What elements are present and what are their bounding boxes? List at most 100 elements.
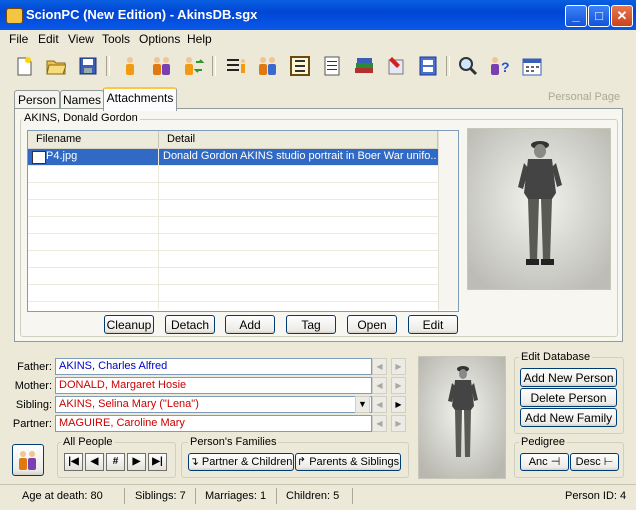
tree-right-icon: ⊢ (600, 456, 614, 468)
status-bar: Age at death: 80 Siblings: 7 Marriages: … (0, 484, 636, 507)
edit-database-label: Edit Database (519, 351, 593, 363)
column-detail[interactable]: Detail (159, 131, 438, 148)
table-row[interactable]: P4.jpg Donald Gordon AKINS studio portra… (28, 149, 438, 166)
bookmark-icon[interactable] (384, 54, 408, 78)
menu-file[interactable]: File (9, 32, 28, 46)
ancestors-label: Anc (528, 456, 548, 468)
table-row (28, 183, 438, 200)
partner-label: Partner: (12, 418, 52, 430)
family-picker-button[interactable] (12, 444, 44, 476)
sibling-select[interactable]: AKINS, Selina Mary ("Lena") (55, 396, 372, 413)
first-person-button[interactable]: |◀ (64, 453, 83, 471)
person-icon[interactable] (118, 54, 142, 78)
tab-names[interactable]: Names (60, 90, 104, 109)
status-siblings: Siblings: 7 (135, 490, 186, 502)
sibling-label: Sibling: (15, 399, 52, 411)
find-person-button[interactable]: # (106, 453, 125, 471)
table-row (28, 251, 438, 268)
list-scrollbar[interactable] (438, 131, 458, 310)
table-row (28, 217, 438, 234)
maximize-button[interactable]: □ (588, 5, 610, 27)
next-person-button[interactable]: ▶ (127, 453, 146, 471)
app-icon[interactable] (6, 8, 23, 24)
sibling-next-button[interactable]: ▶ (391, 396, 406, 413)
descendants-label: Desc (575, 456, 601, 468)
minimize-button[interactable]: _ (565, 5, 587, 27)
swap-person-icon[interactable] (182, 54, 206, 78)
add-button[interactable]: Add (225, 315, 275, 334)
svg-text:?: ? (501, 59, 510, 75)
all-people-label: All People (61, 436, 115, 448)
family-icon (19, 451, 36, 470)
tag-button[interactable]: Tag (286, 315, 336, 334)
partner-next-button[interactable]: ▶ (391, 415, 406, 432)
mother-field[interactable]: DONALD, Margaret Hosie (55, 377, 372, 394)
status-children: Children: 5 (286, 490, 340, 502)
table-row (28, 268, 438, 285)
column-filename[interactable]: Filename (28, 131, 159, 148)
menu-options[interactable]: Options (139, 32, 180, 46)
father-label: Father: (17, 361, 52, 373)
person-list-icon[interactable] (224, 54, 248, 78)
person-thumbnail-photo[interactable] (418, 356, 506, 479)
row-filename: P4.jpg (46, 150, 78, 162)
attachments-list[interactable]: Filename Detail P4.jpg Donald Gordon AKI… (27, 130, 459, 312)
cleanup-button[interactable]: Cleanup (104, 315, 154, 334)
parents-siblings-button[interactable]: ↱ Parents & Siblings (295, 453, 401, 471)
delete-person-button[interactable]: Delete Person (520, 388, 617, 407)
window-title: ScionPC (New Edition) - AkinsDB.sgx (26, 7, 258, 22)
tree-left-icon: ⊣ (547, 456, 561, 468)
mother-next-button[interactable]: ▶ (391, 377, 406, 394)
family-list-icon[interactable] (256, 54, 280, 78)
personal-page-label: Personal Page (548, 91, 621, 103)
cabinet-icon[interactable] (416, 54, 440, 78)
close-button[interactable]: ✕ (611, 5, 633, 27)
partner-field[interactable]: MAGUIRE, Caroline Mary (55, 415, 372, 432)
descendants-button[interactable]: Desc ⊢ (570, 453, 619, 471)
partner-children-button[interactable]: ↴ Partner & Children (188, 453, 294, 471)
sibling-dropdown-icon[interactable]: ▼ (355, 396, 370, 413)
table-row (28, 234, 438, 251)
new-file-icon[interactable] (12, 54, 36, 78)
search-icon[interactable] (456, 54, 480, 78)
status-age: Age at death: 80 (22, 490, 103, 502)
add-new-family-button[interactable]: Add New Family (520, 408, 617, 427)
save-icon[interactable] (76, 54, 100, 78)
menu-view[interactable]: View (68, 32, 94, 46)
father-prev-button[interactable]: ◀ (372, 358, 387, 375)
soldier-thumbnail-image (419, 357, 505, 478)
open-folder-icon[interactable] (44, 54, 68, 78)
prev-person-button[interactable]: ◀ (85, 453, 104, 471)
sibling-prev-button[interactable]: ◀ (372, 396, 387, 413)
partner-prev-button[interactable]: ◀ (372, 415, 387, 432)
open-button[interactable]: Open (347, 315, 397, 334)
family-icon[interactable] (150, 54, 174, 78)
add-new-person-button[interactable]: Add New Person (520, 368, 617, 387)
status-person-id: Person ID: 4 (565, 490, 627, 502)
tab-attachments[interactable]: Attachments (103, 87, 177, 111)
status-marriages: Marriages: 1 (205, 490, 267, 502)
title-bar: ScionPC (New Edition) - AkinsDB.sgx _ □ … (0, 0, 636, 30)
father-field[interactable]: AKINS, Charles Alfred (55, 358, 372, 375)
father-next-button[interactable]: ▶ (391, 358, 406, 375)
tab-person[interactable]: Person (14, 90, 60, 109)
pedigree-label: Pedigree (519, 436, 568, 448)
calendar-icon[interactable] (520, 54, 544, 78)
help-icon[interactable]: ? (488, 54, 512, 78)
edit-button[interactable]: Edit (408, 315, 458, 334)
menu-tools[interactable]: Tools (102, 32, 130, 46)
abacus-icon[interactable] (288, 54, 312, 78)
menu-help[interactable]: Help (187, 32, 212, 46)
mother-prev-button[interactable]: ◀ (372, 377, 387, 394)
attachment-photo[interactable] (467, 128, 611, 290)
table-row (28, 200, 438, 217)
detach-button[interactable]: Detach (165, 315, 215, 334)
persons-families-label: Person's Families (188, 436, 279, 448)
books-icon[interactable] (352, 54, 376, 78)
menu-edit[interactable]: Edit (38, 32, 59, 46)
report-icon[interactable] (320, 54, 344, 78)
ancestors-button[interactable]: Anc ⊣ (520, 453, 569, 471)
image-file-icon (32, 151, 46, 164)
last-person-button[interactable]: ▶| (148, 453, 167, 471)
toolbar: ? (0, 50, 636, 82)
